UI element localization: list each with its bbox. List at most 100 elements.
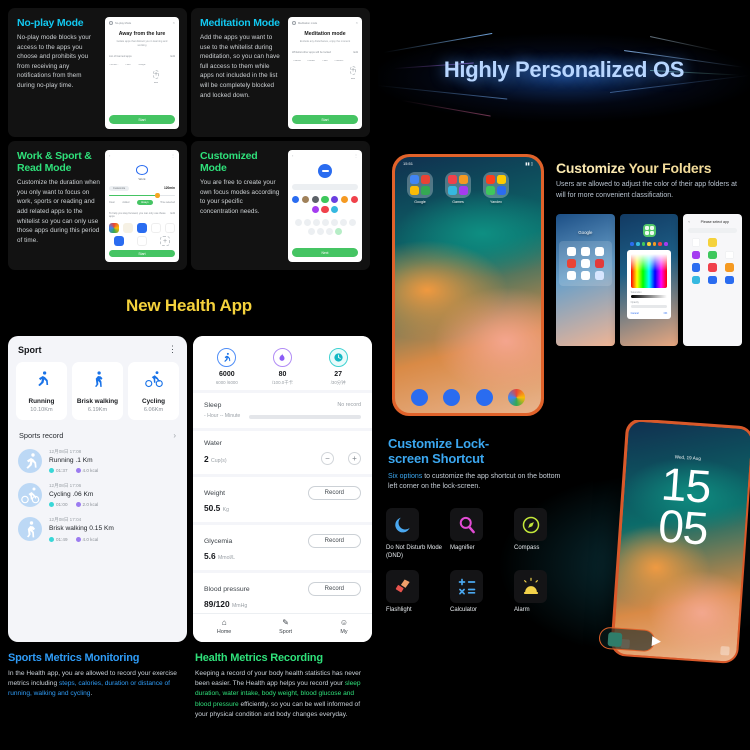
cancel-button[interactable]: Cancel (631, 312, 639, 315)
glycemia-record-button[interactable]: Record (307, 534, 361, 548)
mode-icon-option-selected[interactable] (335, 227, 342, 235)
files-icon[interactable] (691, 263, 701, 272)
photos-icon[interactable] (137, 236, 147, 247)
mode-icon-option[interactable] (303, 218, 311, 226)
mode-icon-option[interactable] (317, 227, 324, 235)
back-icon[interactable]: ‹ (688, 219, 689, 224)
clock-icon[interactable] (123, 223, 134, 234)
color-dot[interactable] (658, 242, 662, 246)
music-icon[interactable] (691, 250, 701, 259)
contacts-icon[interactable] (136, 223, 147, 234)
mock-app-add[interactable]: + Add (348, 59, 358, 80)
mode-icon-option[interactable] (339, 218, 347, 226)
assistant-icon[interactable] (594, 271, 604, 280)
sports-record-header[interactable]: Sports record › (8, 420, 187, 442)
mock-app[interactable]: Chrome (306, 59, 316, 81)
record-row[interactable]: 12月08日 17:04 Brisk walking 0.15 Km 01:49… (8, 510, 187, 544)
color-swatch[interactable] (301, 196, 310, 204)
color-swatch[interactable] (311, 196, 319, 204)
mock-app[interactable]: Google (137, 63, 147, 85)
settings-icon[interactable] (691, 275, 701, 284)
sport-tile-cycling[interactable]: Cycling 6.06Km (128, 362, 179, 420)
mock-app[interactable]: Camera (292, 59, 302, 81)
mock-start-button[interactable]: Start (109, 115, 175, 124)
shortcut-option-calculator[interactable]: Calculator (450, 570, 508, 615)
back-icon[interactable]: ‹ (109, 154, 110, 158)
mock-app[interactable]: Contacts (334, 59, 344, 81)
mock-list-edit[interactable]: Edit (354, 51, 358, 54)
folder-games[interactable]: Games (445, 172, 471, 204)
messages-icon[interactable] (114, 236, 124, 247)
mode-icon-option[interactable] (312, 218, 320, 226)
more-icon[interactable]: ⋮ (168, 344, 177, 354)
folder-yandex[interactable]: Yandex (483, 172, 509, 204)
plus-icon[interactable]: + (160, 236, 170, 247)
mode-icon-option[interactable] (330, 218, 338, 226)
folder-google[interactable]: Google (407, 172, 433, 204)
mode-icon-option[interactable] (348, 218, 356, 226)
color-swatch[interactable] (321, 205, 329, 213)
mock-tab[interactable]: Clear (109, 201, 115, 204)
contacts-icon[interactable] (725, 275, 734, 284)
color-swatch[interactable] (331, 196, 339, 204)
color-gradient-field[interactable] (630, 253, 668, 288)
color-dot[interactable] (630, 242, 635, 246)
mode-icon-option[interactable] (308, 227, 315, 235)
chrome-icon[interactable] (566, 247, 576, 256)
photos-icon[interactable] (580, 259, 590, 268)
lock-shortcut-right-icon[interactable] (719, 645, 730, 656)
blank-icon[interactable] (725, 238, 734, 247)
contacts-icon[interactable] (475, 389, 493, 406)
color-swatch[interactable] (311, 205, 319, 213)
close-icon[interactable]: × (173, 21, 175, 25)
sport-tile-running[interactable]: Running 10.10Km (16, 362, 67, 420)
color-dot[interactable] (641, 242, 646, 246)
yandex-icon[interactable] (725, 250, 734, 259)
mock-note-edit[interactable]: Edit (171, 212, 175, 218)
mock-app-add[interactable]: + Add (151, 63, 161, 84)
record-row[interactable]: 12月08日 17:08 Running .1 Km 01:37 4.0 kca… (8, 442, 187, 476)
bp-record-button[interactable]: Record (307, 582, 361, 596)
color-swatch[interactable] (331, 205, 339, 213)
color-swatch[interactable] (321, 196, 329, 204)
record-row[interactable]: 12月08日 17:06 Cycling .06 Km 01:00 2.0 kc… (8, 476, 187, 510)
color-dot[interactable] (636, 242, 640, 246)
play-icon[interactable] (580, 271, 590, 280)
mock-tab-active[interactable]: Always (136, 199, 153, 206)
color-dot[interactable] (647, 242, 651, 246)
maps-icon[interactable] (566, 271, 576, 280)
gmail-icon[interactable] (580, 247, 590, 256)
google-icon[interactable] (164, 223, 175, 234)
mock-app[interactable]: Clock (320, 59, 330, 81)
ok-button[interactable]: OK (664, 312, 668, 315)
phone-icon[interactable] (410, 389, 428, 406)
color-swatch[interactable] (350, 196, 358, 204)
color-dot[interactable] (663, 242, 668, 246)
color-dot[interactable] (652, 242, 657, 246)
water-decrement-button[interactable]: − (321, 452, 334, 465)
mock-list-edit[interactable]: Edit (171, 55, 175, 58)
color-swatch[interactable] (340, 196, 349, 204)
chrome-icon[interactable] (109, 223, 120, 234)
google-icon[interactable] (594, 247, 604, 256)
more-icon[interactable]: ⋮ (354, 154, 358, 158)
shortcut-option-alarm[interactable]: Alarm (514, 570, 572, 615)
mode-name-input[interactable] (292, 184, 358, 190)
weather-icon[interactable] (725, 263, 734, 272)
back-icon[interactable]: ‹ (292, 154, 293, 158)
mock-app[interactable]: Calcula... (109, 63, 119, 85)
mock-start-button[interactable]: Start (292, 115, 358, 124)
chrome-icon[interactable] (508, 389, 526, 406)
whatsapp-icon[interactable] (708, 250, 717, 259)
opacity-slider[interactable] (630, 305, 668, 308)
mock-customize-pill[interactable]: Customize (109, 185, 130, 191)
tab-home[interactable]: ⌂ Home (217, 619, 231, 636)
shortcut-option-dnd[interactable]: Do Not Disturb Mode (DND) (386, 508, 444, 560)
messages-icon[interactable] (443, 389, 461, 406)
mode-icon-option[interactable] (294, 218, 302, 226)
color-swatch[interactable] (292, 196, 300, 204)
shortcut-option-magnifier[interactable]: Magnifier (450, 508, 508, 560)
mode-icon-option[interactable] (326, 227, 333, 235)
mock-next-button[interactable]: Next (292, 248, 358, 257)
drive-icon[interactable] (594, 259, 604, 268)
